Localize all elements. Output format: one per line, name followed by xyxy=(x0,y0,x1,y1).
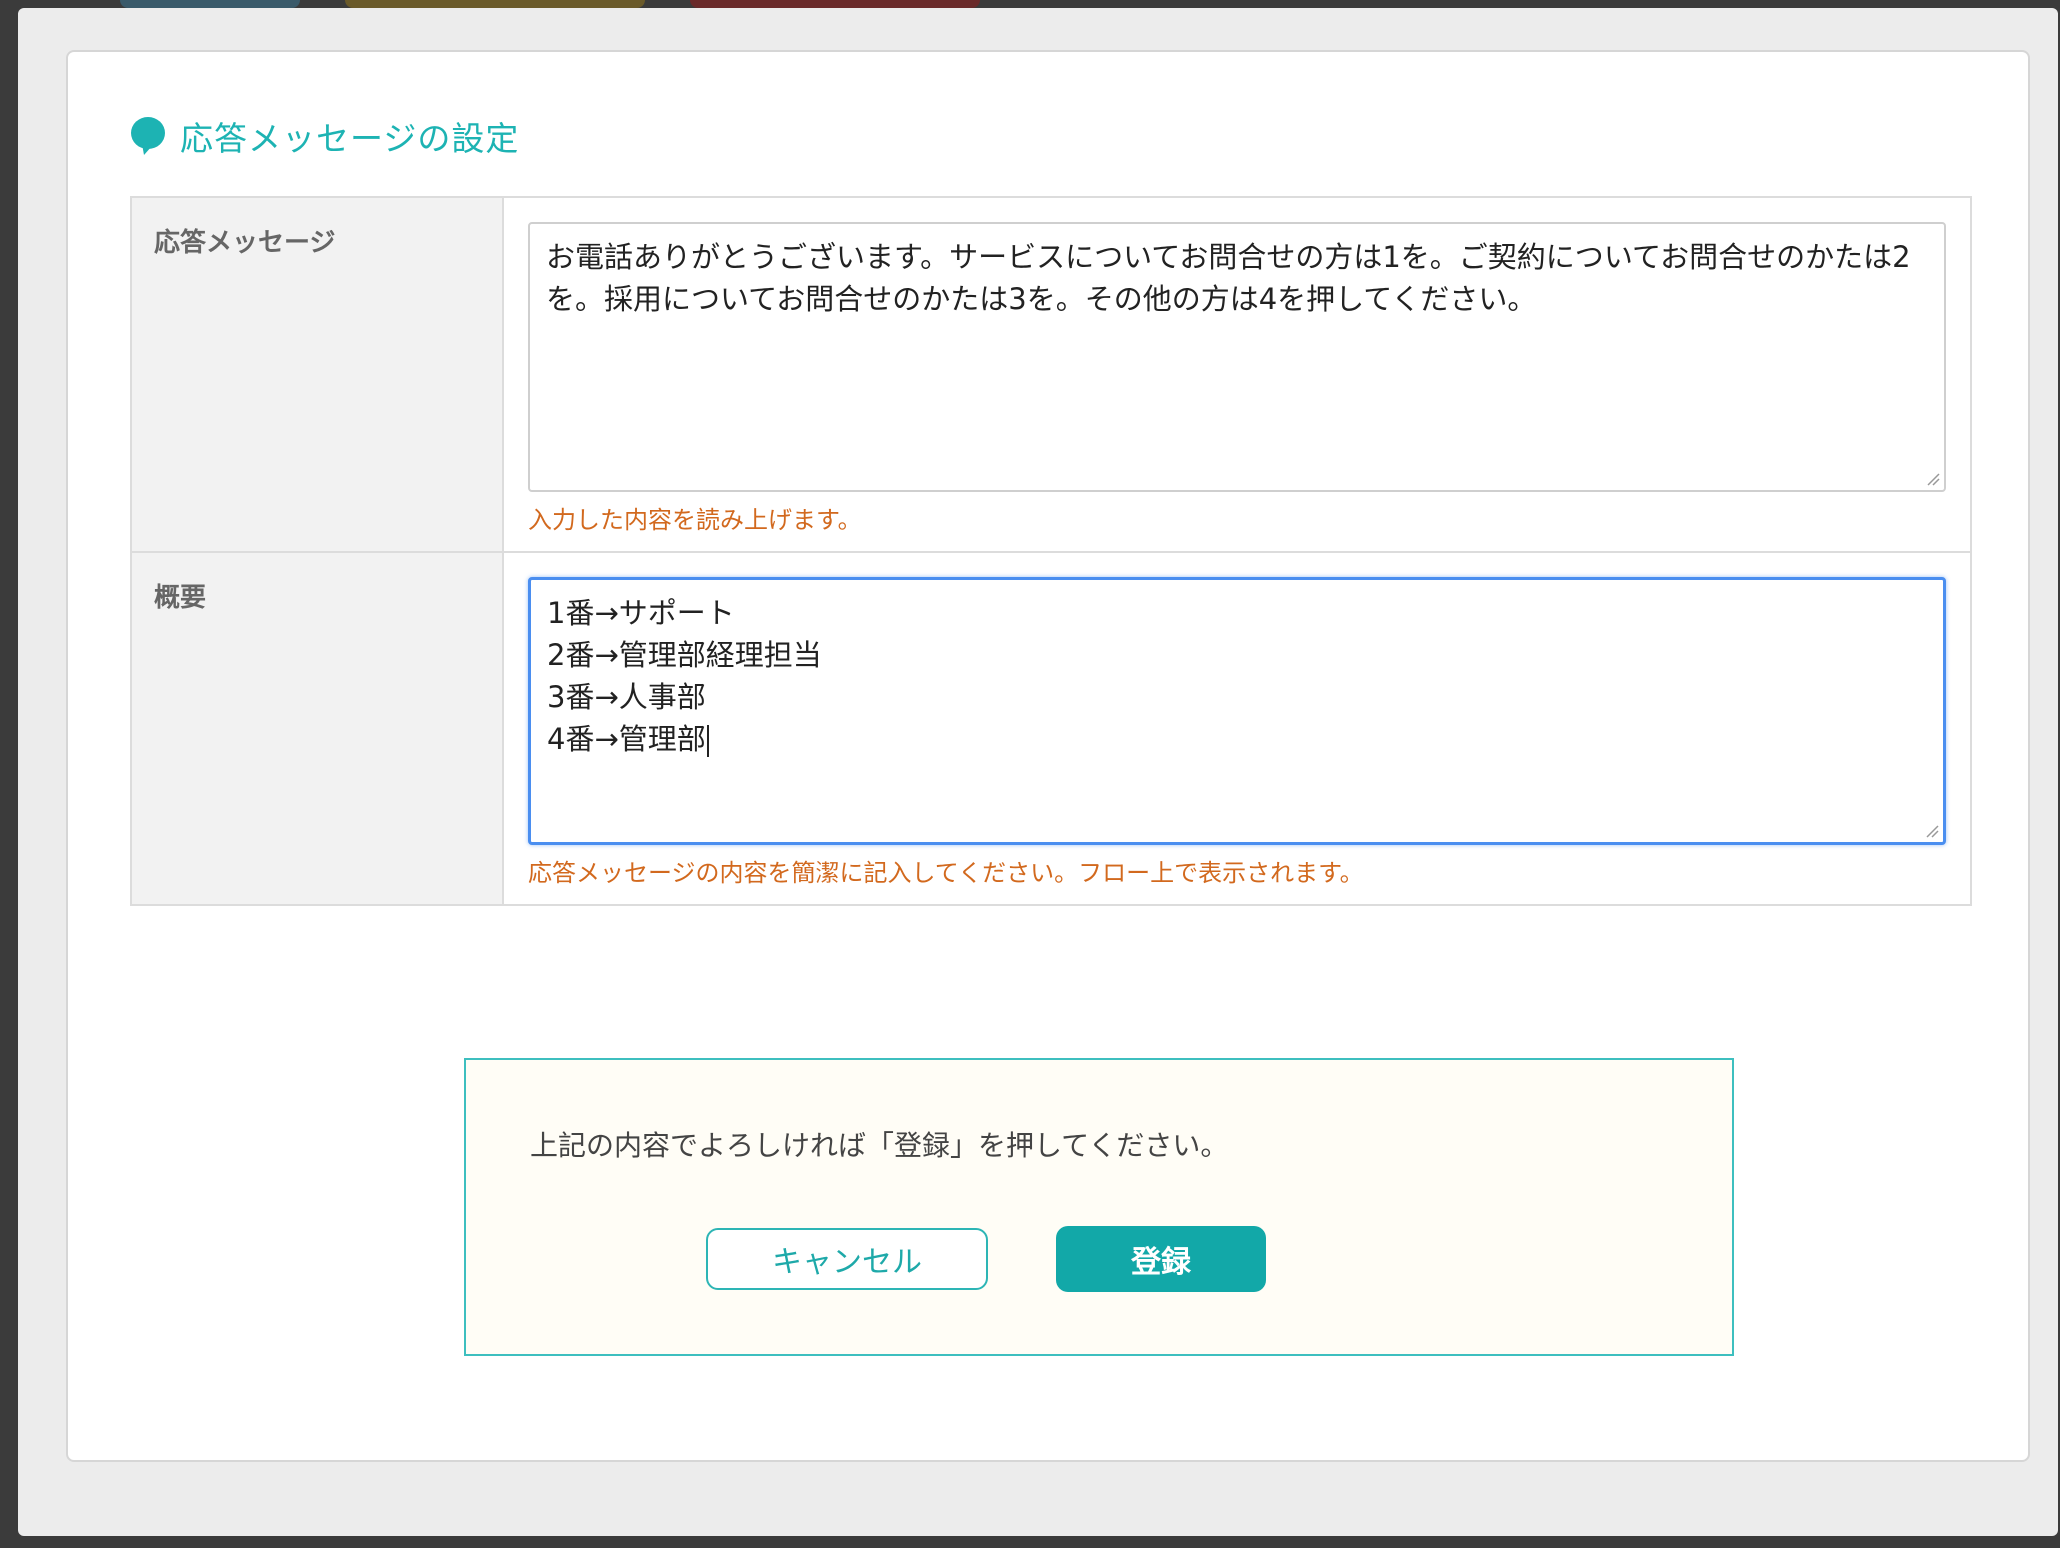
form-row-message: 応答メッセージ お電話ありがとうございます。サービスについてお問合せの方は1を。… xyxy=(132,198,1970,553)
background-tab xyxy=(120,0,300,8)
text-caret xyxy=(706,725,709,757)
summary-label: 概要 xyxy=(132,553,504,904)
message-field-cell: お電話ありがとうございます。サービスについてお問合せの方は1を。ご契約についてお… xyxy=(504,198,1970,551)
summary-hint: 応答メッセージの内容を簡潔に記入してください。フロー上で表示されます。 xyxy=(528,859,1364,887)
summary-line: 3番→人事部 xyxy=(547,680,706,714)
modal-dialog: 応答メッセージの設定 応答メッセージ お電話ありがとうございます。サービスについ… xyxy=(66,50,2030,1462)
background-tab xyxy=(345,0,645,8)
confirm-message: 上記の内容でよろしければ「登録」を押してください。 xyxy=(530,1129,1229,1162)
background-tab xyxy=(690,0,980,8)
modal-overlay: 応答メッセージの設定 応答メッセージ お電話ありがとうございます。サービスについ… xyxy=(18,8,2058,1536)
dialog-title: 応答メッセージの設定 xyxy=(180,119,520,158)
form-row-summary: 概要 1番→サポート 2番→管理部経理担当 3番→人事部 4番→管理部 応答メッセージ… xyxy=(132,553,1970,904)
summary-textarea[interactable]: 1番→サポート 2番→管理部経理担当 3番→人事部 4番→管理部 xyxy=(528,577,1946,845)
summary-field-cell: 1番→サポート 2番→管理部経理担当 3番→人事部 4番→管理部 応答メッセージの内容… xyxy=(504,553,1970,904)
dialog-header: 応答メッセージの設定 xyxy=(130,112,519,160)
cancel-button[interactable]: キャンセル xyxy=(706,1228,988,1290)
confirm-panel: 上記の内容でよろしければ「登録」を押してください。 キャンセル 登録 xyxy=(464,1058,1734,1356)
summary-line: 2番→管理部経理担当 xyxy=(547,638,822,672)
summary-line: 1番→サポート xyxy=(547,596,735,630)
message-label: 応答メッセージ xyxy=(132,198,504,551)
settings-form: 応答メッセージ お電話ありがとうございます。サービスについてお問合せの方は1を。… xyxy=(130,196,1972,906)
speech-bubble-icon xyxy=(131,117,165,155)
message-textarea[interactable]: お電話ありがとうございます。サービスについてお問合せの方は1を。ご契約についてお… xyxy=(528,222,1946,492)
resize-grip-icon[interactable] xyxy=(1924,470,1940,486)
summary-line: 4番→管理部 xyxy=(547,722,706,756)
message-text: お電話ありがとうございます。サービスについてお問合せの方は1を。ご契約についてお… xyxy=(546,240,1911,316)
resize-grip-icon[interactable] xyxy=(1923,822,1939,838)
message-hint: 入力した内容を読み上げます。 xyxy=(528,506,862,534)
register-button[interactable]: 登録 xyxy=(1056,1226,1266,1292)
